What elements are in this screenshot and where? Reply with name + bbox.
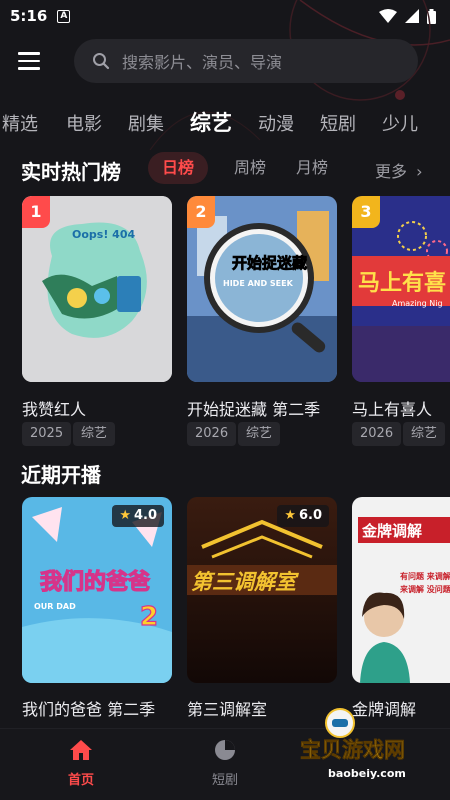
tab-anime[interactable]: 动漫 bbox=[258, 110, 294, 136]
rating-badge: ★ 6.0 bbox=[277, 505, 329, 527]
tab-kids[interactable]: 少儿 bbox=[382, 110, 418, 136]
nav-short-drama[interactable]: 短剧 bbox=[185, 739, 265, 788]
battery-icon bbox=[427, 8, 436, 24]
category-tabs: 精选 电影 剧集 综艺 动漫 短剧 少儿 bbox=[0, 102, 450, 142]
wifi-icon bbox=[379, 9, 397, 23]
rank-badge: 1 bbox=[22, 196, 50, 228]
recent-card-2[interactable]: 第三调解室 ★ 6.0 bbox=[187, 497, 337, 683]
nav-home-label: 首页 bbox=[67, 773, 94, 788]
rating-value: 4.0 bbox=[133, 508, 157, 523]
signal-icon bbox=[405, 9, 419, 23]
poster-text: 金牌调解 bbox=[361, 522, 422, 540]
recent-card-1[interactable]: 我们的爸爸 2 OUR DAD ★ 4.0 bbox=[22, 497, 172, 683]
star-icon: ★ bbox=[119, 508, 131, 523]
card-title[interactable]: 马上有喜人 bbox=[352, 396, 432, 420]
menu-button[interactable] bbox=[18, 41, 58, 81]
rating-value: 6.0 bbox=[298, 508, 322, 523]
tab-short-drama[interactable]: 短剧 bbox=[320, 110, 356, 136]
poster-text: 我们的爸爸 bbox=[40, 569, 150, 595]
status-bar: 5:16 A bbox=[0, 0, 450, 32]
pie-chart-icon bbox=[215, 740, 235, 760]
watermark-title: 宝贝游戏网 bbox=[300, 738, 405, 762]
tab-variety[interactable]: 综艺 bbox=[190, 107, 232, 137]
poster-line-1: 有问题 来调解 bbox=[400, 571, 450, 581]
genre-tag: 综艺 bbox=[73, 422, 116, 446]
home-icon bbox=[70, 740, 92, 760]
hot-section-title: 实时热门榜 bbox=[21, 160, 121, 184]
search-icon bbox=[93, 53, 110, 70]
poster-subtext: HIDE AND SEEK bbox=[223, 279, 294, 288]
rating-badge: ★ 4.0 bbox=[112, 505, 164, 527]
nav-short-drama-label: 短剧 bbox=[211, 773, 238, 788]
chevron-right-icon: › bbox=[416, 162, 423, 181]
hot-card-1[interactable]: Oops! 404 1 bbox=[22, 196, 172, 382]
tab-weekly[interactable]: 周榜 bbox=[234, 152, 266, 184]
recent-card-3[interactable]: 金牌调解 有问题 来调解 来调解 没问题 bbox=[352, 497, 450, 683]
poster-text: Oops! 404 bbox=[72, 228, 135, 241]
poster-image: 金牌调解 有问题 来调解 来调解 没问题 bbox=[352, 497, 450, 683]
card-title[interactable]: 我们的爸爸 第二季 bbox=[22, 696, 155, 720]
recent-section-title: 近期开播 bbox=[21, 463, 101, 487]
poster-text: 第三调解室 bbox=[191, 570, 299, 594]
search-input[interactable]: 搜索影片、演员、导演 bbox=[74, 39, 418, 83]
tab-featured[interactable]: 精选 bbox=[2, 110, 38, 136]
poster-subtext: Amazing Nig bbox=[392, 299, 443, 308]
star-icon: ★ bbox=[284, 508, 296, 523]
rank-tabs: 日榜 周榜 月榜 bbox=[148, 152, 328, 184]
genre-tag: 综艺 bbox=[238, 422, 281, 446]
tab-series[interactable]: 剧集 bbox=[128, 110, 164, 136]
hot-card-2[interactable]: 开始捉迷藏 HIDE AND SEEK 2 bbox=[187, 196, 337, 382]
year-tag: 2025 bbox=[22, 422, 72, 446]
top-bar: 搜索影片、演员、导演 bbox=[0, 36, 450, 86]
notification-icon: A bbox=[57, 9, 71, 23]
rank-badge: 3 bbox=[352, 196, 380, 228]
hot-card-3[interactable]: 马上有喜 Amazing Nig 3 bbox=[352, 196, 450, 382]
year-tag: 2026 bbox=[352, 422, 402, 446]
nav-home[interactable]: 首页 bbox=[41, 739, 121, 788]
year-tag: 2026 bbox=[187, 422, 237, 446]
poster-subtext: OUR DAD bbox=[34, 602, 76, 611]
genre-tag: 综艺 bbox=[403, 422, 446, 446]
more-link[interactable]: 更多 › bbox=[375, 158, 423, 182]
watermark-logo: 宝贝游戏网 baobeiy.com bbox=[300, 708, 406, 780]
rank-badge: 2 bbox=[187, 196, 215, 228]
watermark-url: baobeiy.com bbox=[328, 767, 406, 780]
status-time: 5:16 bbox=[10, 7, 48, 25]
card-title[interactable]: 我赞红人 bbox=[22, 396, 86, 420]
poster-number: 2 bbox=[140, 602, 158, 632]
tab-monthly[interactable]: 月榜 bbox=[296, 152, 328, 184]
poster-text: 开始捉迷藏 bbox=[232, 254, 307, 272]
search-placeholder: 搜索影片、演员、导演 bbox=[122, 53, 283, 72]
card-title[interactable]: 第三调解室 bbox=[187, 696, 267, 720]
card-title[interactable]: 开始捉迷藏 第二季 bbox=[187, 396, 320, 420]
tab-daily[interactable]: 日榜 bbox=[148, 152, 209, 184]
more-label: 更多 bbox=[375, 162, 408, 181]
tab-movies[interactable]: 电影 bbox=[66, 110, 102, 136]
poster-text: 马上有喜 bbox=[358, 270, 446, 296]
poster-line-2: 来调解 没问题 bbox=[399, 584, 450, 594]
